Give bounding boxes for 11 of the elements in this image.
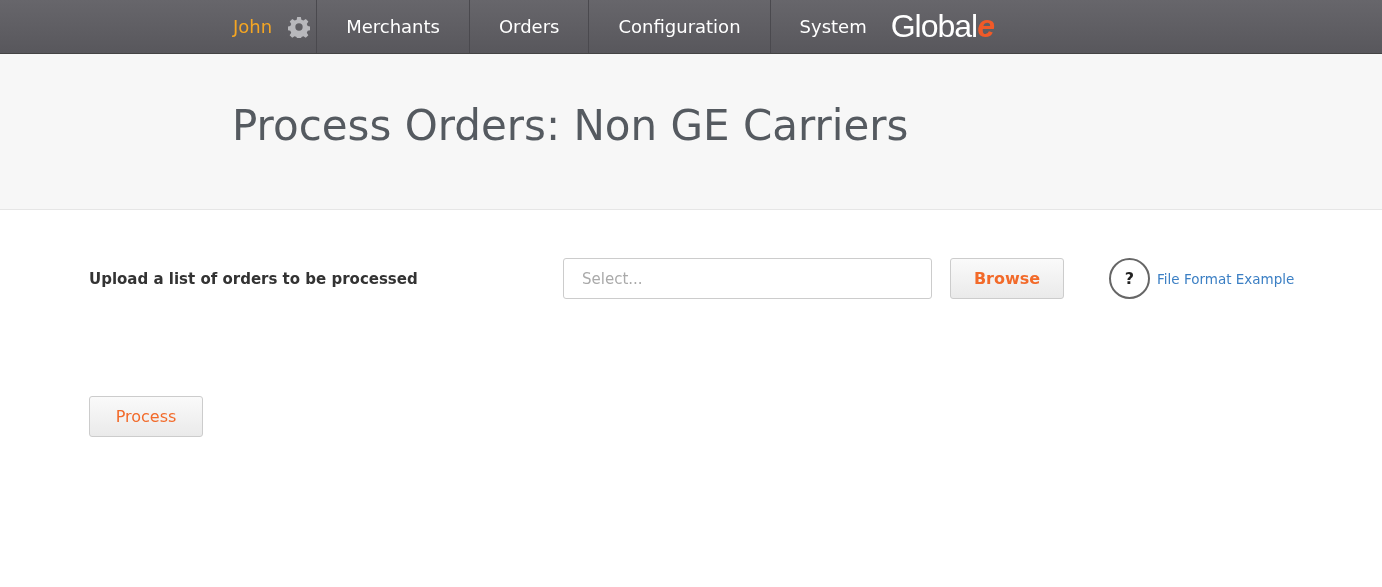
logo: Globale — [890, 7, 994, 46]
help-icon[interactable]: ? — [1109, 258, 1150, 299]
nav-link[interactable]: Merchants — [317, 0, 470, 53]
nav-link[interactable]: Orders — [469, 0, 590, 53]
settings-icon[interactable] — [288, 15, 311, 38]
nav-link[interactable]: Configuration — [589, 0, 771, 53]
upload-label: Upload a list of orders to be processed — [89, 269, 419, 288]
nav-link[interactable]: System — [770, 0, 891, 53]
file-field[interactable]: Select... — [563, 258, 932, 299]
file-format-link[interactable]: File Format Example — [1157, 270, 1295, 287]
page-title: Process Orders: Non GE Carriers — [232, 101, 909, 150]
